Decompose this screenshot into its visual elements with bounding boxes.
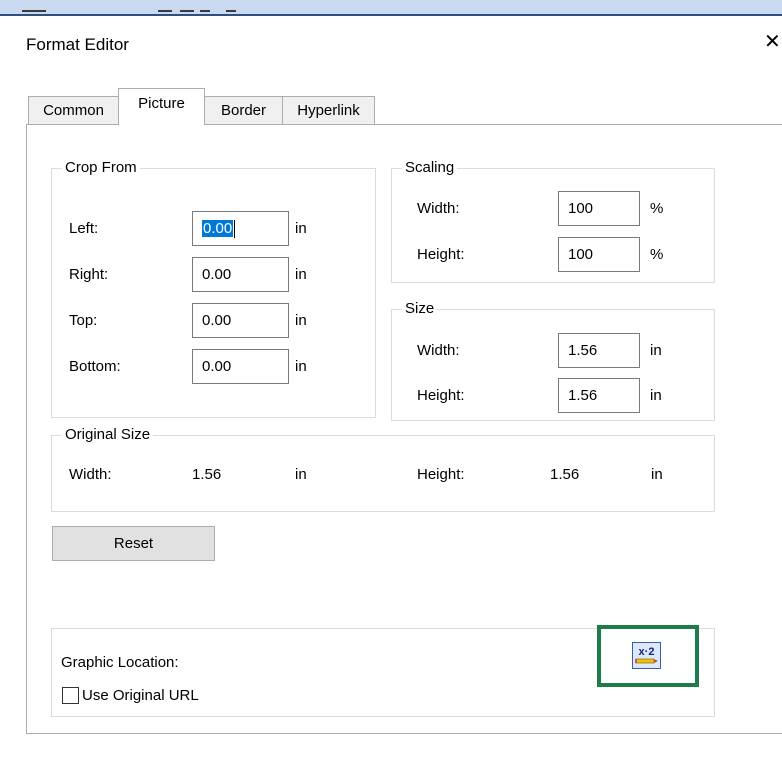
tab-picture[interactable]: Picture	[118, 88, 205, 125]
size-width-label: Width:	[417, 342, 460, 359]
size-width-unit: in	[650, 342, 662, 359]
scaling-height-input[interactable]: 100	[558, 237, 640, 272]
crop-left-label: Left:	[69, 220, 99, 237]
crop-top-input[interactable]: 0.00	[192, 303, 289, 338]
crop-right-input[interactable]: 0.00	[192, 257, 289, 292]
original-width-unit: in	[295, 466, 307, 483]
graphic-location-label: Graphic Location:	[61, 654, 179, 671]
crop-top-unit: in	[295, 312, 307, 329]
original-height-label: Height:	[417, 466, 465, 483]
tab-hyperlink[interactable]: Hyperlink	[282, 96, 375, 124]
original-size-group: Original Size Width: 1.56 in Height: 1.5…	[51, 426, 715, 512]
use-original-url-label[interactable]: Use Original URL	[82, 687, 199, 705]
original-width-value: 1.56	[192, 466, 222, 483]
crop-left-unit: in	[295, 220, 307, 237]
crop-bottom-input[interactable]: 0.00	[192, 349, 289, 384]
dialog-title: Format Editor	[26, 35, 129, 54]
size-height-input[interactable]: 1.56	[558, 378, 640, 413]
close-icon[interactable]: ✕	[764, 32, 781, 52]
crop-from-group: Crop From Left: 0.00 in Right: 0.00 in T…	[51, 159, 376, 418]
original-size-legend: Original Size	[62, 426, 154, 444]
parent-window-strip	[0, 0, 782, 16]
size-height-label: Height:	[417, 387, 465, 404]
reset-button[interactable]: Reset	[52, 526, 215, 561]
crop-from-legend: Crop From	[62, 159, 140, 177]
original-height-value: 1.56	[550, 466, 580, 483]
crop-bottom-unit: in	[295, 358, 307, 375]
scaling-group: Scaling Width: 100 % Height: 100 %	[391, 159, 715, 283]
scaling-legend: Scaling	[402, 159, 458, 177]
crop-right-unit: in	[295, 266, 307, 283]
original-width-label: Width:	[69, 466, 112, 483]
tab-common[interactable]: Common	[28, 96, 119, 124]
scaling-width-label: Width:	[417, 200, 460, 217]
graphic-formula-icon[interactable]: x·2	[632, 642, 661, 669]
crop-bottom-label: Bottom:	[69, 358, 121, 375]
svg-text:x·2: x·2	[639, 646, 655, 658]
scaling-height-label: Height:	[417, 246, 465, 263]
use-original-url-checkbox[interactable]	[62, 687, 79, 704]
crop-right-label: Right:	[69, 266, 109, 283]
scaling-width-input[interactable]: 100	[558, 191, 640, 226]
crop-left-input[interactable]: 0.00	[192, 211, 289, 246]
scaling-height-unit: %	[650, 246, 664, 263]
original-height-unit: in	[651, 466, 663, 483]
size-group: Size Width: 1.56 in Height: 1.56 in	[391, 300, 715, 421]
size-width-input[interactable]: 1.56	[558, 333, 640, 368]
crop-top-label: Top:	[69, 312, 98, 329]
scaling-width-unit: %	[650, 200, 664, 217]
tab-border[interactable]: Border	[204, 96, 283, 124]
size-height-unit: in	[650, 387, 662, 404]
size-legend: Size	[402, 300, 438, 318]
